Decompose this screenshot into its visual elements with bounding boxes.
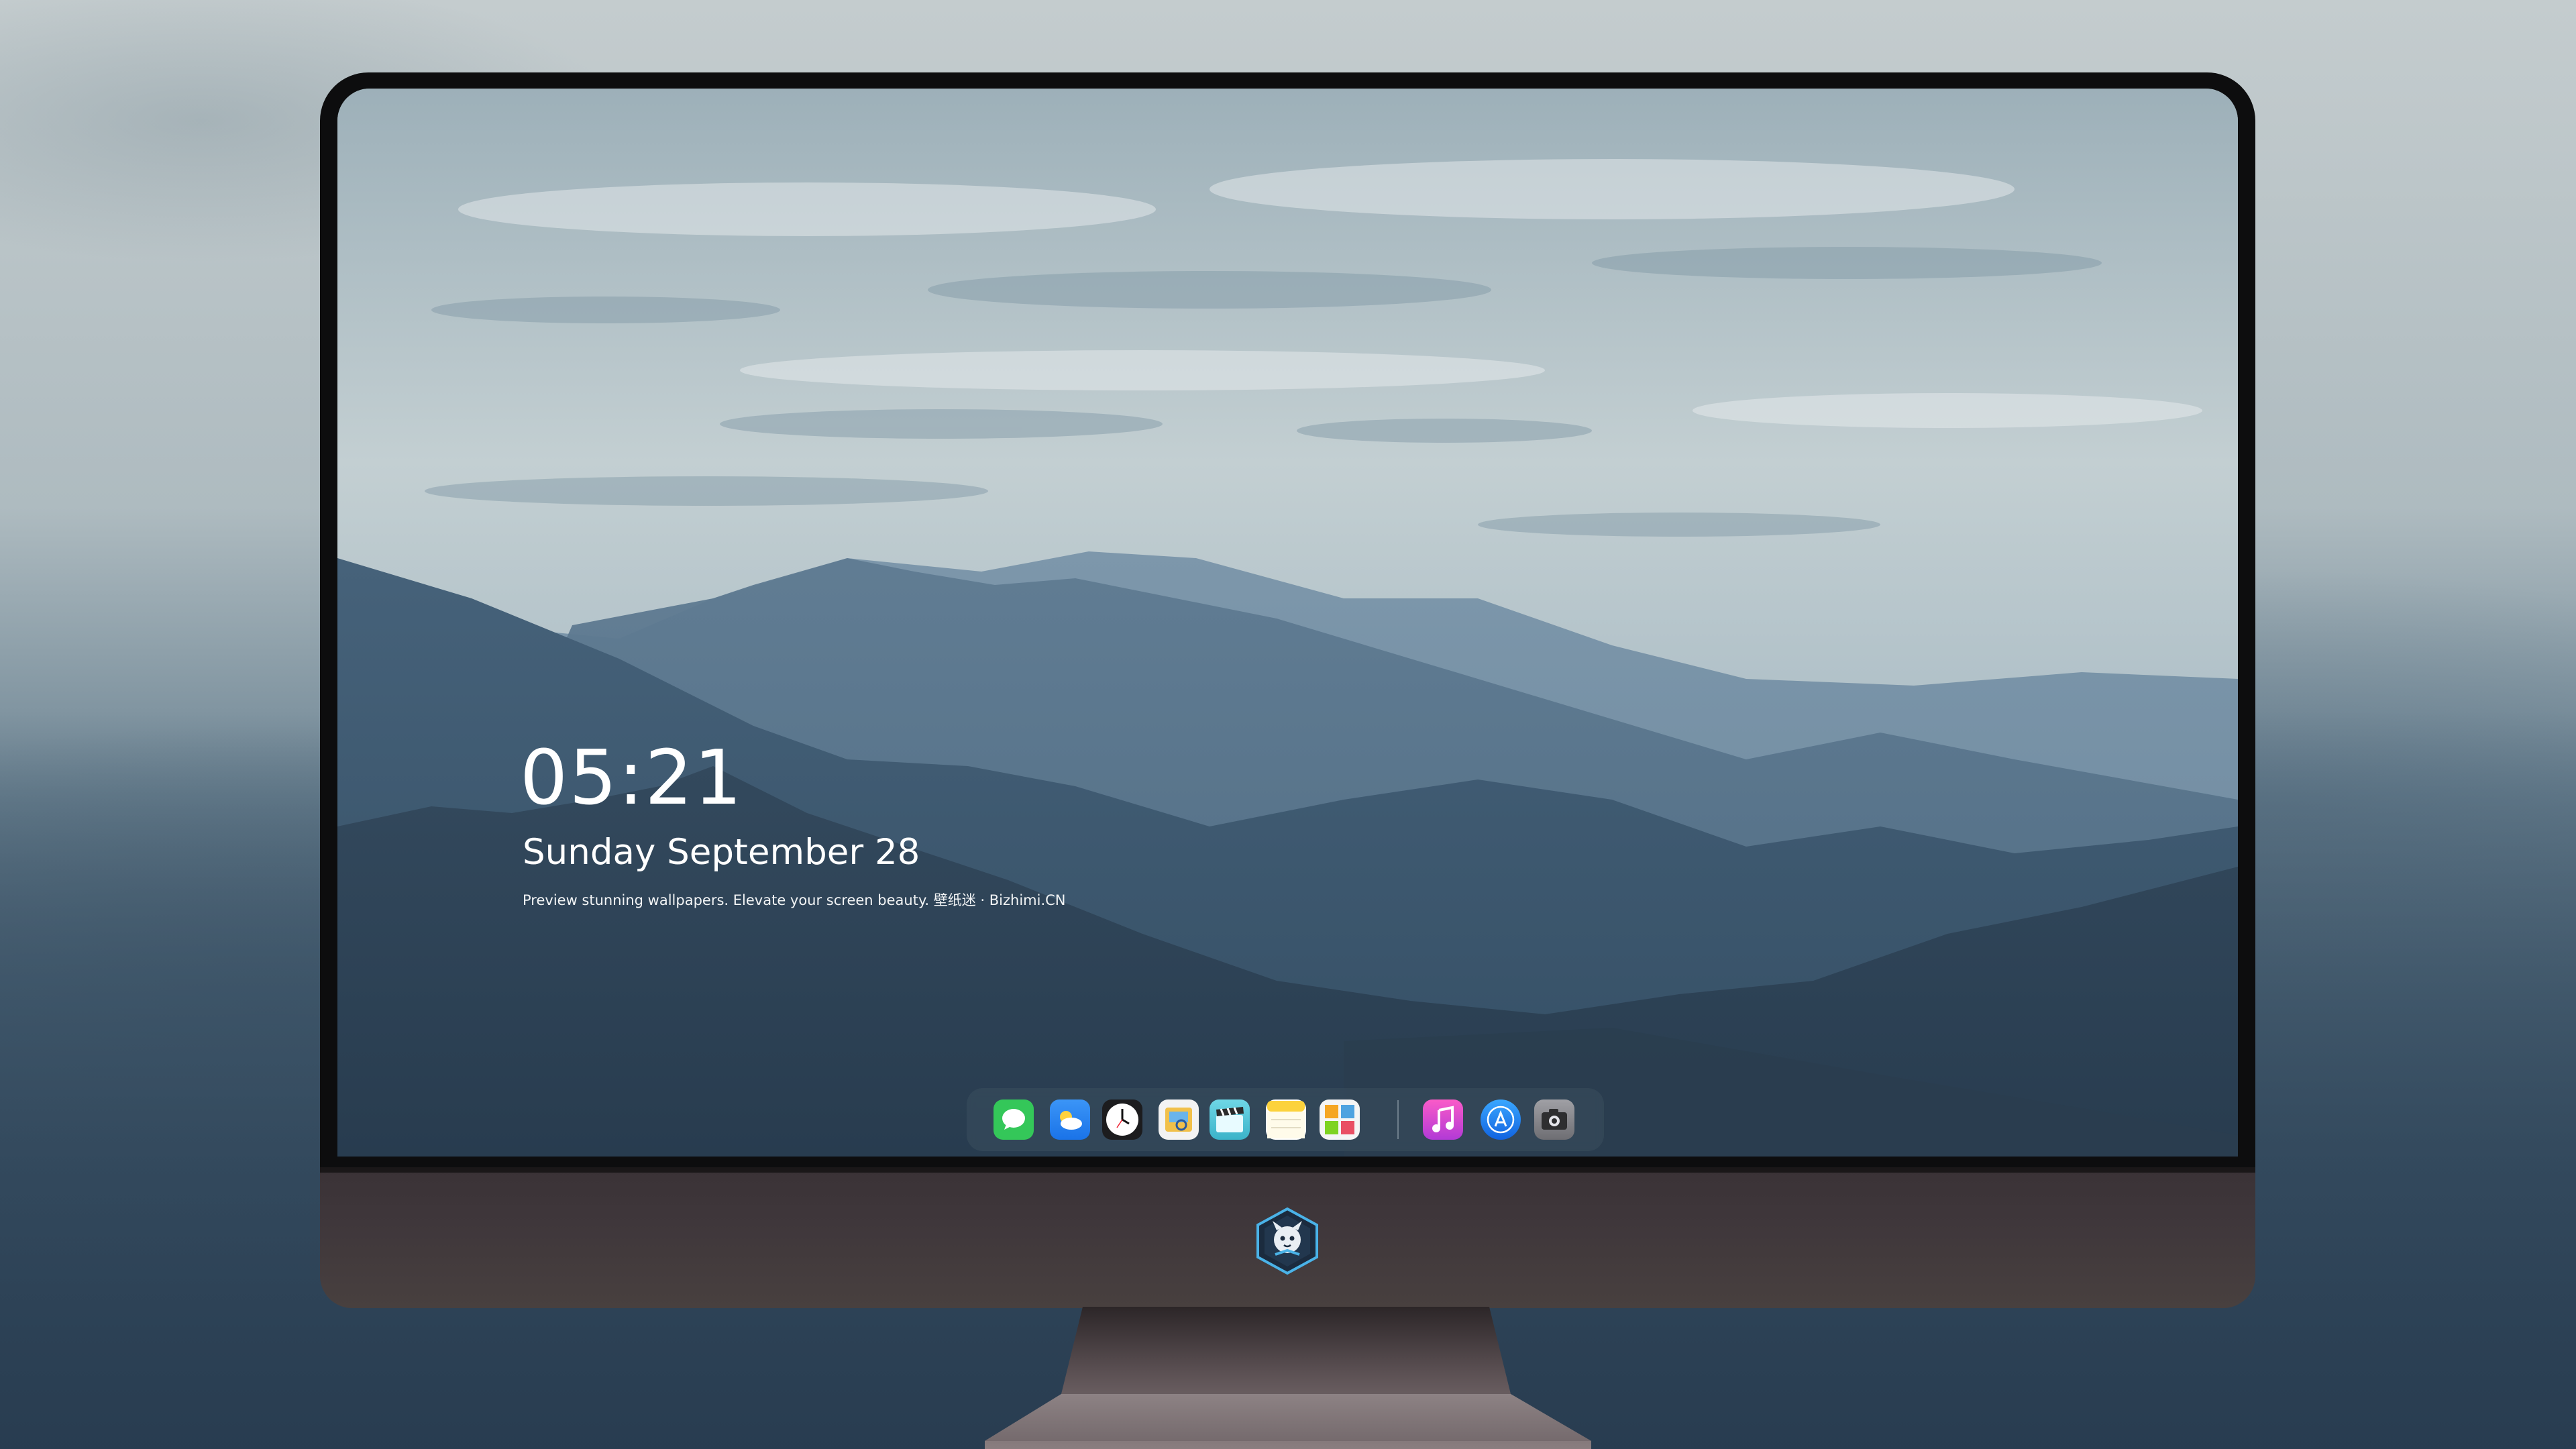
music-icon[interactable] [1423, 1099, 1463, 1140]
preview-icon[interactable] [1159, 1099, 1199, 1140]
app-store-icon[interactable] [1481, 1099, 1521, 1140]
lockscreen-date: Sunday September 28 [523, 832, 920, 873]
camera-icon[interactable] [1534, 1099, 1574, 1140]
lockscreen-time: 05:21 [520, 735, 743, 822]
monitor-bezel: 05:21 Sunday September 28 Preview stunni… [320, 72, 2255, 1167]
dock-separator [1397, 1100, 1399, 1139]
clock-icon[interactable] [1102, 1099, 1142, 1140]
monitor-chin [320, 1167, 2255, 1308]
dock [967, 1088, 1604, 1151]
monitor-stand [985, 1307, 1591, 1449]
desktop-screen: 05:21 Sunday September 28 Preview stunni… [337, 89, 2238, 1157]
gallery-icon[interactable] [1320, 1099, 1360, 1140]
notes-icon[interactable] [1266, 1099, 1306, 1140]
mountain-wallpaper [337, 89, 2238, 1157]
weather-icon[interactable] [1050, 1099, 1090, 1140]
clapperboard-icon[interactable] [1210, 1099, 1250, 1140]
imac-monitor: 05:21 Sunday September 28 Preview stunni… [320, 72, 2255, 1308]
brand-logo [1256, 1207, 1318, 1275]
messages-icon[interactable] [994, 1099, 1034, 1140]
lockscreen-tagline: Preview stunning wallpapers. Elevate you… [523, 892, 1066, 908]
